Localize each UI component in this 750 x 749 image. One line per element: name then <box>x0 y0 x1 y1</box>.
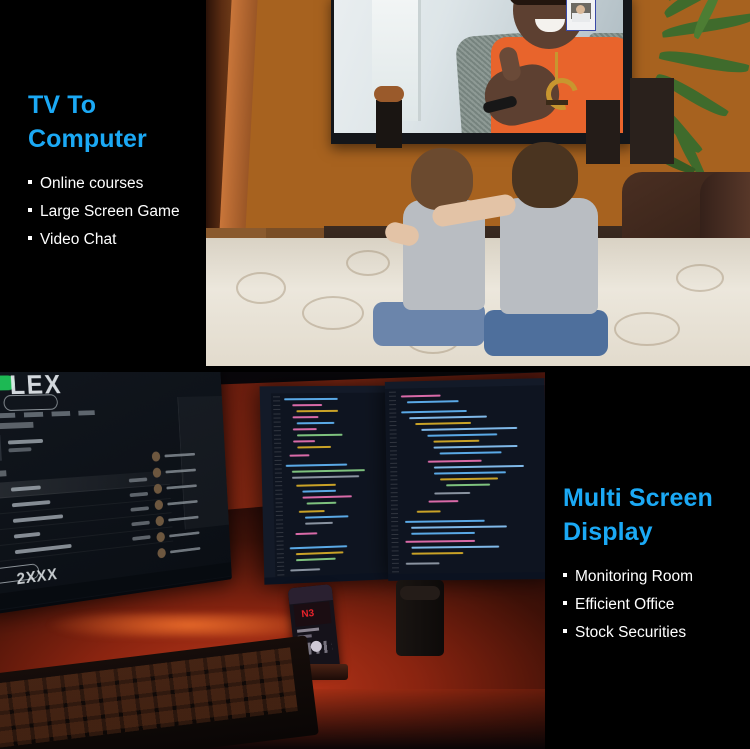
bullet-label: Video Chat <box>40 226 116 254</box>
tv-to-computer-text-block: TV To Computer Online courses Large Scre… <box>28 88 180 254</box>
phone-album-label: N3 <box>301 608 315 620</box>
bullet-label: Large Screen Game <box>40 198 180 226</box>
tv-to-computer-bullets: Online courses Large Screen Game Video C… <box>28 170 180 254</box>
heading-line-2: Display <box>563 515 713 549</box>
album-cover <box>0 435 2 462</box>
multi-screen-display-bullets: Monitoring Room Efficient Office Stock S… <box>563 563 713 647</box>
editor-code-area[interactable] <box>399 388 544 573</box>
popular-header <box>0 470 6 478</box>
code-editor-monitor-1 <box>260 386 391 585</box>
child-right <box>478 142 618 356</box>
bullet-icon <box>28 208 32 212</box>
multi-monitor-desk-photo: LEX 2XXX N3 <box>0 372 545 749</box>
app-nav[interactable] <box>0 410 95 418</box>
sculpture-base <box>546 100 568 105</box>
bullet-icon <box>28 236 32 240</box>
fans-also-like-list <box>152 449 215 565</box>
code-editor-monitor-2 <box>385 378 545 581</box>
decor-object <box>374 86 404 102</box>
bullet-label: Stock Securities <box>575 619 686 647</box>
promo-page: TV To Computer Online courses Large Scre… <box>0 0 750 749</box>
heading-line-1: Multi Screen <box>563 481 713 515</box>
phone-track-title <box>297 627 319 632</box>
list-item: Large Screen Game <box>28 198 180 226</box>
heading-line-2: Computer <box>28 122 180 156</box>
small-speaker <box>376 100 402 148</box>
heading-line-1: TV To <box>28 88 180 122</box>
multi-screen-display-heading: Multi Screen Display <box>563 481 713 549</box>
list-item: Video Chat <box>28 226 180 254</box>
bullet-label: Monitoring Room <box>575 563 693 591</box>
picture-in-picture-thumbnail <box>566 0 596 31</box>
multi-screen-display-text-block: Multi Screen Display Monitoring Room Eff… <box>563 481 713 647</box>
music-streaming-monitor: LEX 2XXX <box>0 372 232 615</box>
list-item: Efficient Office <box>563 591 713 619</box>
bookshelf-speaker-right <box>630 78 674 164</box>
editor-line-numbers <box>389 392 399 573</box>
living-room-photo <box>206 0 750 366</box>
lens-ring <box>400 586 440 600</box>
list-item: Monitoring Room <box>563 563 713 591</box>
bullet-label: Online courses <box>40 170 143 198</box>
bullet-icon <box>563 629 567 633</box>
follow-button[interactable] <box>3 394 58 411</box>
tv-to-computer-heading: TV To Computer <box>28 88 180 156</box>
bullet-icon <box>28 180 32 184</box>
editor-titlebar <box>260 386 387 394</box>
bullet-icon <box>563 573 567 577</box>
latest-release-header <box>0 422 34 430</box>
editor-code-area[interactable] <box>282 396 387 576</box>
list-item: Stock Securities <box>563 619 713 647</box>
list-item: Online courses <box>28 170 180 198</box>
bullet-icon <box>563 601 567 605</box>
bullet-label: Efficient Office <box>575 591 674 619</box>
